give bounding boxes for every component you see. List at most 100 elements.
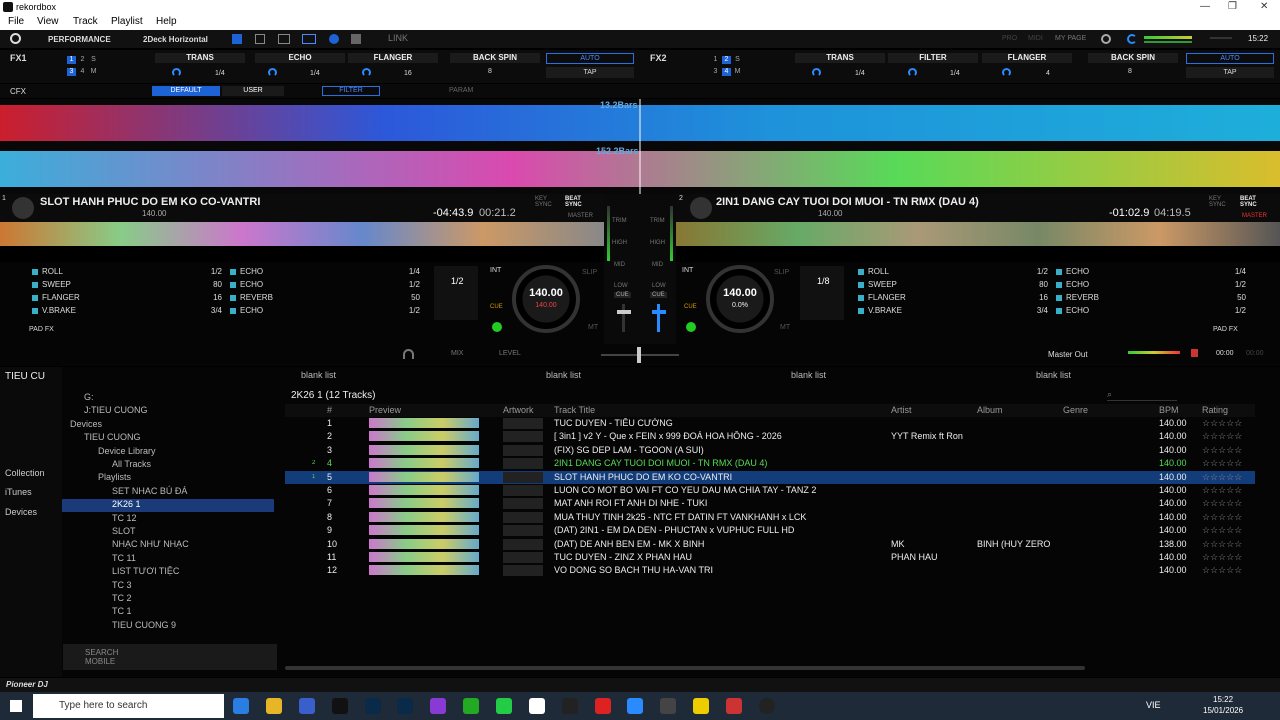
language-indicator[interactable]: VIE	[1146, 700, 1161, 710]
column-header[interactable]: Genre	[1063, 405, 1088, 415]
blank-list-3[interactable]: blank list	[791, 370, 826, 380]
deck2-beat-sync[interactable]: BEAT SYNC	[1240, 196, 1258, 208]
fx2-tap-button[interactable]: TAP	[1186, 67, 1274, 78]
edge-icon[interactable]	[233, 698, 249, 714]
taskbar-search-box[interactable]: Type here to search	[33, 694, 224, 718]
sidebar-collection[interactable]: Collection	[5, 468, 45, 478]
fx2-slot2-name[interactable]: FILTER	[888, 53, 978, 63]
fx1-slot3-name[interactable]: FLANGER	[348, 53, 438, 63]
fx1-slot1-name[interactable]: TRANS	[155, 53, 245, 63]
track-rating[interactable]: ☆☆☆☆☆	[1202, 539, 1242, 550]
track-preview-waveform[interactable]	[369, 565, 479, 576]
sidebar-itunes[interactable]: iTunes	[5, 487, 32, 497]
deck1-pad-6[interactable]: ECHO 1/2	[230, 280, 420, 291]
column-header[interactable]: BPM	[1159, 405, 1179, 415]
table-row[interactable]: 11 TUC DUYEN - ZINZ X PHAN HAU PHAN HAU 140…	[285, 551, 1255, 564]
deck2-master[interactable]: MASTER	[1242, 213, 1267, 219]
fx1-slot2-name[interactable]: ECHO	[255, 53, 345, 63]
fx-panel-icon[interactable]	[232, 34, 242, 44]
record-icon[interactable]	[329, 34, 339, 44]
midi-button[interactable]: MIDI	[1028, 35, 1043, 42]
tree-item[interactable]: TC 2	[62, 593, 274, 606]
track-preview-waveform[interactable]	[369, 471, 479, 482]
app3-icon[interactable]	[726, 698, 742, 714]
column-header[interactable]: #	[327, 405, 332, 415]
windows-start-icon[interactable]	[10, 700, 22, 712]
crossfader-knob[interactable]	[637, 347, 641, 363]
tree-item[interactable]: NHẠC NHƯ NHẠC	[62, 539, 274, 552]
table-row[interactable]: 12 VO DONG SO BACH THU HA-VAN TRI 140.00 ☆☆…	[285, 564, 1255, 577]
master-out-select[interactable]: Master Out	[1048, 350, 1088, 359]
deck2-pad-4[interactable]: V.BRAKE 3/4	[858, 306, 1048, 317]
deck1-pad-3[interactable]: FLANGER 16	[32, 293, 222, 304]
lock-icon[interactable]	[351, 34, 361, 44]
deck2-pad-7[interactable]: REVERB 50	[1056, 293, 1246, 304]
sampler-icon[interactable]	[255, 34, 265, 44]
deck2-int-label[interactable]: INT	[682, 267, 693, 274]
deck1-overview-waveform[interactable]	[0, 222, 604, 246]
tree-item[interactable]: Devices	[62, 419, 274, 432]
menu-playlist[interactable]: Playlist	[111, 16, 143, 27]
column-header[interactable]: Artist	[891, 405, 912, 415]
table-row[interactable]: 9 (DAT) 2IN1 - EM DA DEN - PHUCTAN x VUPH…	[285, 524, 1255, 537]
file-explorer-icon[interactable]	[266, 698, 282, 714]
track-rating[interactable]: ☆☆☆☆☆	[1202, 445, 1242, 456]
zalo-icon[interactable]	[627, 698, 643, 714]
deck1-int-label[interactable]: INT	[490, 267, 501, 274]
cfx-filter-button[interactable]: FILTER	[322, 86, 380, 96]
fx2-backspin[interactable]: BACK SPIN	[1088, 53, 1178, 63]
table-row[interactable]: 2 4 2IN1 DANG CAY TUOI DOI MUOI - TN RMX (…	[285, 457, 1255, 470]
tree-item[interactable]: TC 1	[62, 606, 274, 619]
track-preview-waveform[interactable]	[369, 485, 479, 495]
table-row[interactable]: 8 MUA THUY TINH 2k25 - NTC FT DATIN FT VA…	[285, 511, 1255, 524]
deck1-pad-5[interactable]: ECHO 1/4	[230, 267, 420, 278]
notes-icon[interactable]	[693, 698, 709, 714]
fx1-slot1-knob[interactable]	[172, 68, 181, 77]
fx1-slot3-knob[interactable]	[362, 68, 371, 77]
tree-item[interactable]: TC 12	[62, 513, 274, 526]
column-header[interactable]: Album	[977, 405, 1003, 415]
deck1-play-button[interactable]	[492, 322, 502, 332]
fx1-deck-s[interactable]: S	[89, 56, 98, 64]
settings-gear-icon[interactable]	[1101, 34, 1111, 44]
fx2-deck-s[interactable]: S	[733, 56, 742, 64]
deck1-key-sync[interactable]: KEY SYNC	[535, 196, 553, 208]
table-row[interactable]: 1 TUC DUYEN - TIÊU CƯỜNG 140.00 ☆☆☆☆☆	[285, 417, 1255, 430]
menu-help[interactable]: Help	[156, 16, 177, 27]
menu-track[interactable]: Track	[73, 16, 98, 27]
channel1-fader[interactable]	[622, 304, 625, 332]
recorder-icon[interactable]	[759, 698, 775, 714]
fx2-deck-4[interactable]: 4	[722, 68, 731, 76]
tree-item[interactable]: J:TIEU CUONG	[62, 405, 274, 418]
deck2-cue-button[interactable]: CUE	[684, 304, 697, 310]
channel2-fader[interactable]	[657, 304, 660, 332]
track-rating[interactable]: ☆☆☆☆☆	[1202, 418, 1242, 429]
mode-select[interactable]: PERFORMANCE	[48, 35, 111, 44]
column-header[interactable]: Artwork	[503, 405, 534, 415]
rec-lock-icon[interactable]	[1191, 349, 1198, 357]
track-preview-waveform[interactable]	[369, 552, 479, 562]
cfx-default-tab[interactable]: DEFAULT	[152, 86, 220, 96]
search-mobile-button[interactable]: SEARCH MOBILE	[63, 644, 277, 670]
fx1-auto-button[interactable]: AUTO	[546, 53, 634, 64]
fx2-deck-2[interactable]: 2	[722, 56, 731, 64]
wps-icon[interactable]	[595, 698, 611, 714]
fx2-auto-button[interactable]: AUTO	[1186, 53, 1274, 64]
minimize-icon[interactable]: —	[1200, 1, 1210, 12]
fx2-slot3-name[interactable]: FLANGER	[982, 53, 1072, 63]
track-rating[interactable]: ☆☆☆☆☆	[1202, 431, 1242, 442]
fx1-deck-2[interactable]: 2	[78, 56, 87, 64]
menu-file[interactable]: File	[8, 16, 24, 27]
tree-item[interactable]: TIEU CUONG 9	[62, 620, 274, 633]
deck2-mt-button[interactable]: MT	[780, 324, 790, 331]
blank-list-1[interactable]: blank list	[301, 370, 336, 380]
table-row[interactable]: 6 LUON CO MOT BO VAI FT CO YEU DAU MA CHI…	[285, 484, 1255, 497]
fx2-slot1-knob[interactable]	[812, 68, 821, 77]
cue-button-2[interactable]: CUE	[650, 292, 667, 298]
fx2-slot1-name[interactable]: TRANS	[795, 53, 885, 63]
track-rating[interactable]: ☆☆☆☆☆	[1202, 458, 1242, 469]
taskbar-time[interactable]: 15:22	[1213, 695, 1233, 704]
table-row[interactable]: 7 MAT ANH ROI FT ANH DI NHE - TUKI 140.00 ☆…	[285, 497, 1255, 510]
fx1-tap-button[interactable]: TAP	[546, 67, 634, 78]
deck2-key-sync[interactable]: KEY SYNC	[1209, 196, 1227, 208]
